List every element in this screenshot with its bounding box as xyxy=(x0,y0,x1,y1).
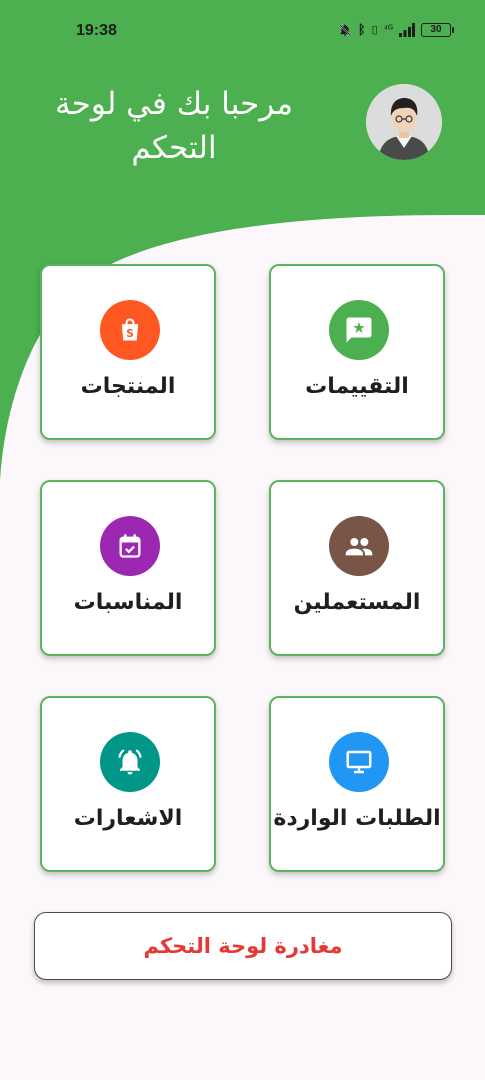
status-time: 19:38 xyxy=(76,22,117,39)
battery-icon: 30 xyxy=(421,22,454,37)
status-bar: 19:38 ᛒ ▯ ⁴ᴳ 30 xyxy=(0,0,485,64)
card-events-icon-circle xyxy=(100,516,160,576)
card-products[interactable]: S المنتجات xyxy=(40,264,216,440)
card-products-icon-circle: S xyxy=(100,300,160,360)
rate-review-icon xyxy=(346,317,372,343)
desktop-monitor-icon xyxy=(346,750,372,774)
svg-text:S: S xyxy=(126,328,134,340)
vibrate-icon: ▯ xyxy=(371,24,378,36)
notification-bell-icon xyxy=(118,749,142,775)
card-reviews[interactable]: التقييمات xyxy=(269,264,445,440)
page-title: مرحبا بك في لوحة التحكم xyxy=(55,86,293,166)
mute-icon xyxy=(338,23,351,36)
status-icons: ᛒ ▯ ⁴ᴳ 30 xyxy=(338,22,454,37)
card-events-label: المناسبات xyxy=(73,590,183,615)
bluetooth-icon: ᛒ xyxy=(357,22,366,37)
exit-dashboard-label: مغادرة لوحة التحكم xyxy=(143,934,343,958)
exit-dashboard-button[interactable]: مغادرة لوحة التحكم xyxy=(34,912,452,980)
card-events[interactable]: المناسبات xyxy=(40,480,216,656)
user-avatar-icon xyxy=(366,84,442,160)
card-users-icon-circle xyxy=(329,516,389,576)
card-incoming-orders[interactable]: الطلبات الواردة xyxy=(269,696,445,872)
card-reviews-icon-circle xyxy=(329,300,389,360)
card-reviews-label: التقييمات xyxy=(305,374,409,399)
signal-icon xyxy=(399,22,415,37)
network-type: ⁴ᴳ xyxy=(383,24,393,35)
card-notifications-label: الاشعارات xyxy=(73,806,183,831)
battery-level: 30 xyxy=(430,24,442,35)
shopify-bag-icon: S xyxy=(121,318,139,341)
card-incoming-orders-icon-circle xyxy=(329,732,389,792)
card-incoming-orders-label: الطلبات الواردة xyxy=(273,806,441,831)
card-products-label: المنتجات xyxy=(80,374,176,399)
card-users-label: المستعملين xyxy=(293,590,421,615)
avatar[interactable] xyxy=(366,84,442,160)
card-notifications-icon-circle xyxy=(100,732,160,792)
people-icon xyxy=(345,538,373,556)
card-notifications[interactable]: الاشعارات xyxy=(40,696,216,872)
card-users[interactable]: المستعملين xyxy=(269,480,445,656)
event-available-icon xyxy=(119,534,141,558)
